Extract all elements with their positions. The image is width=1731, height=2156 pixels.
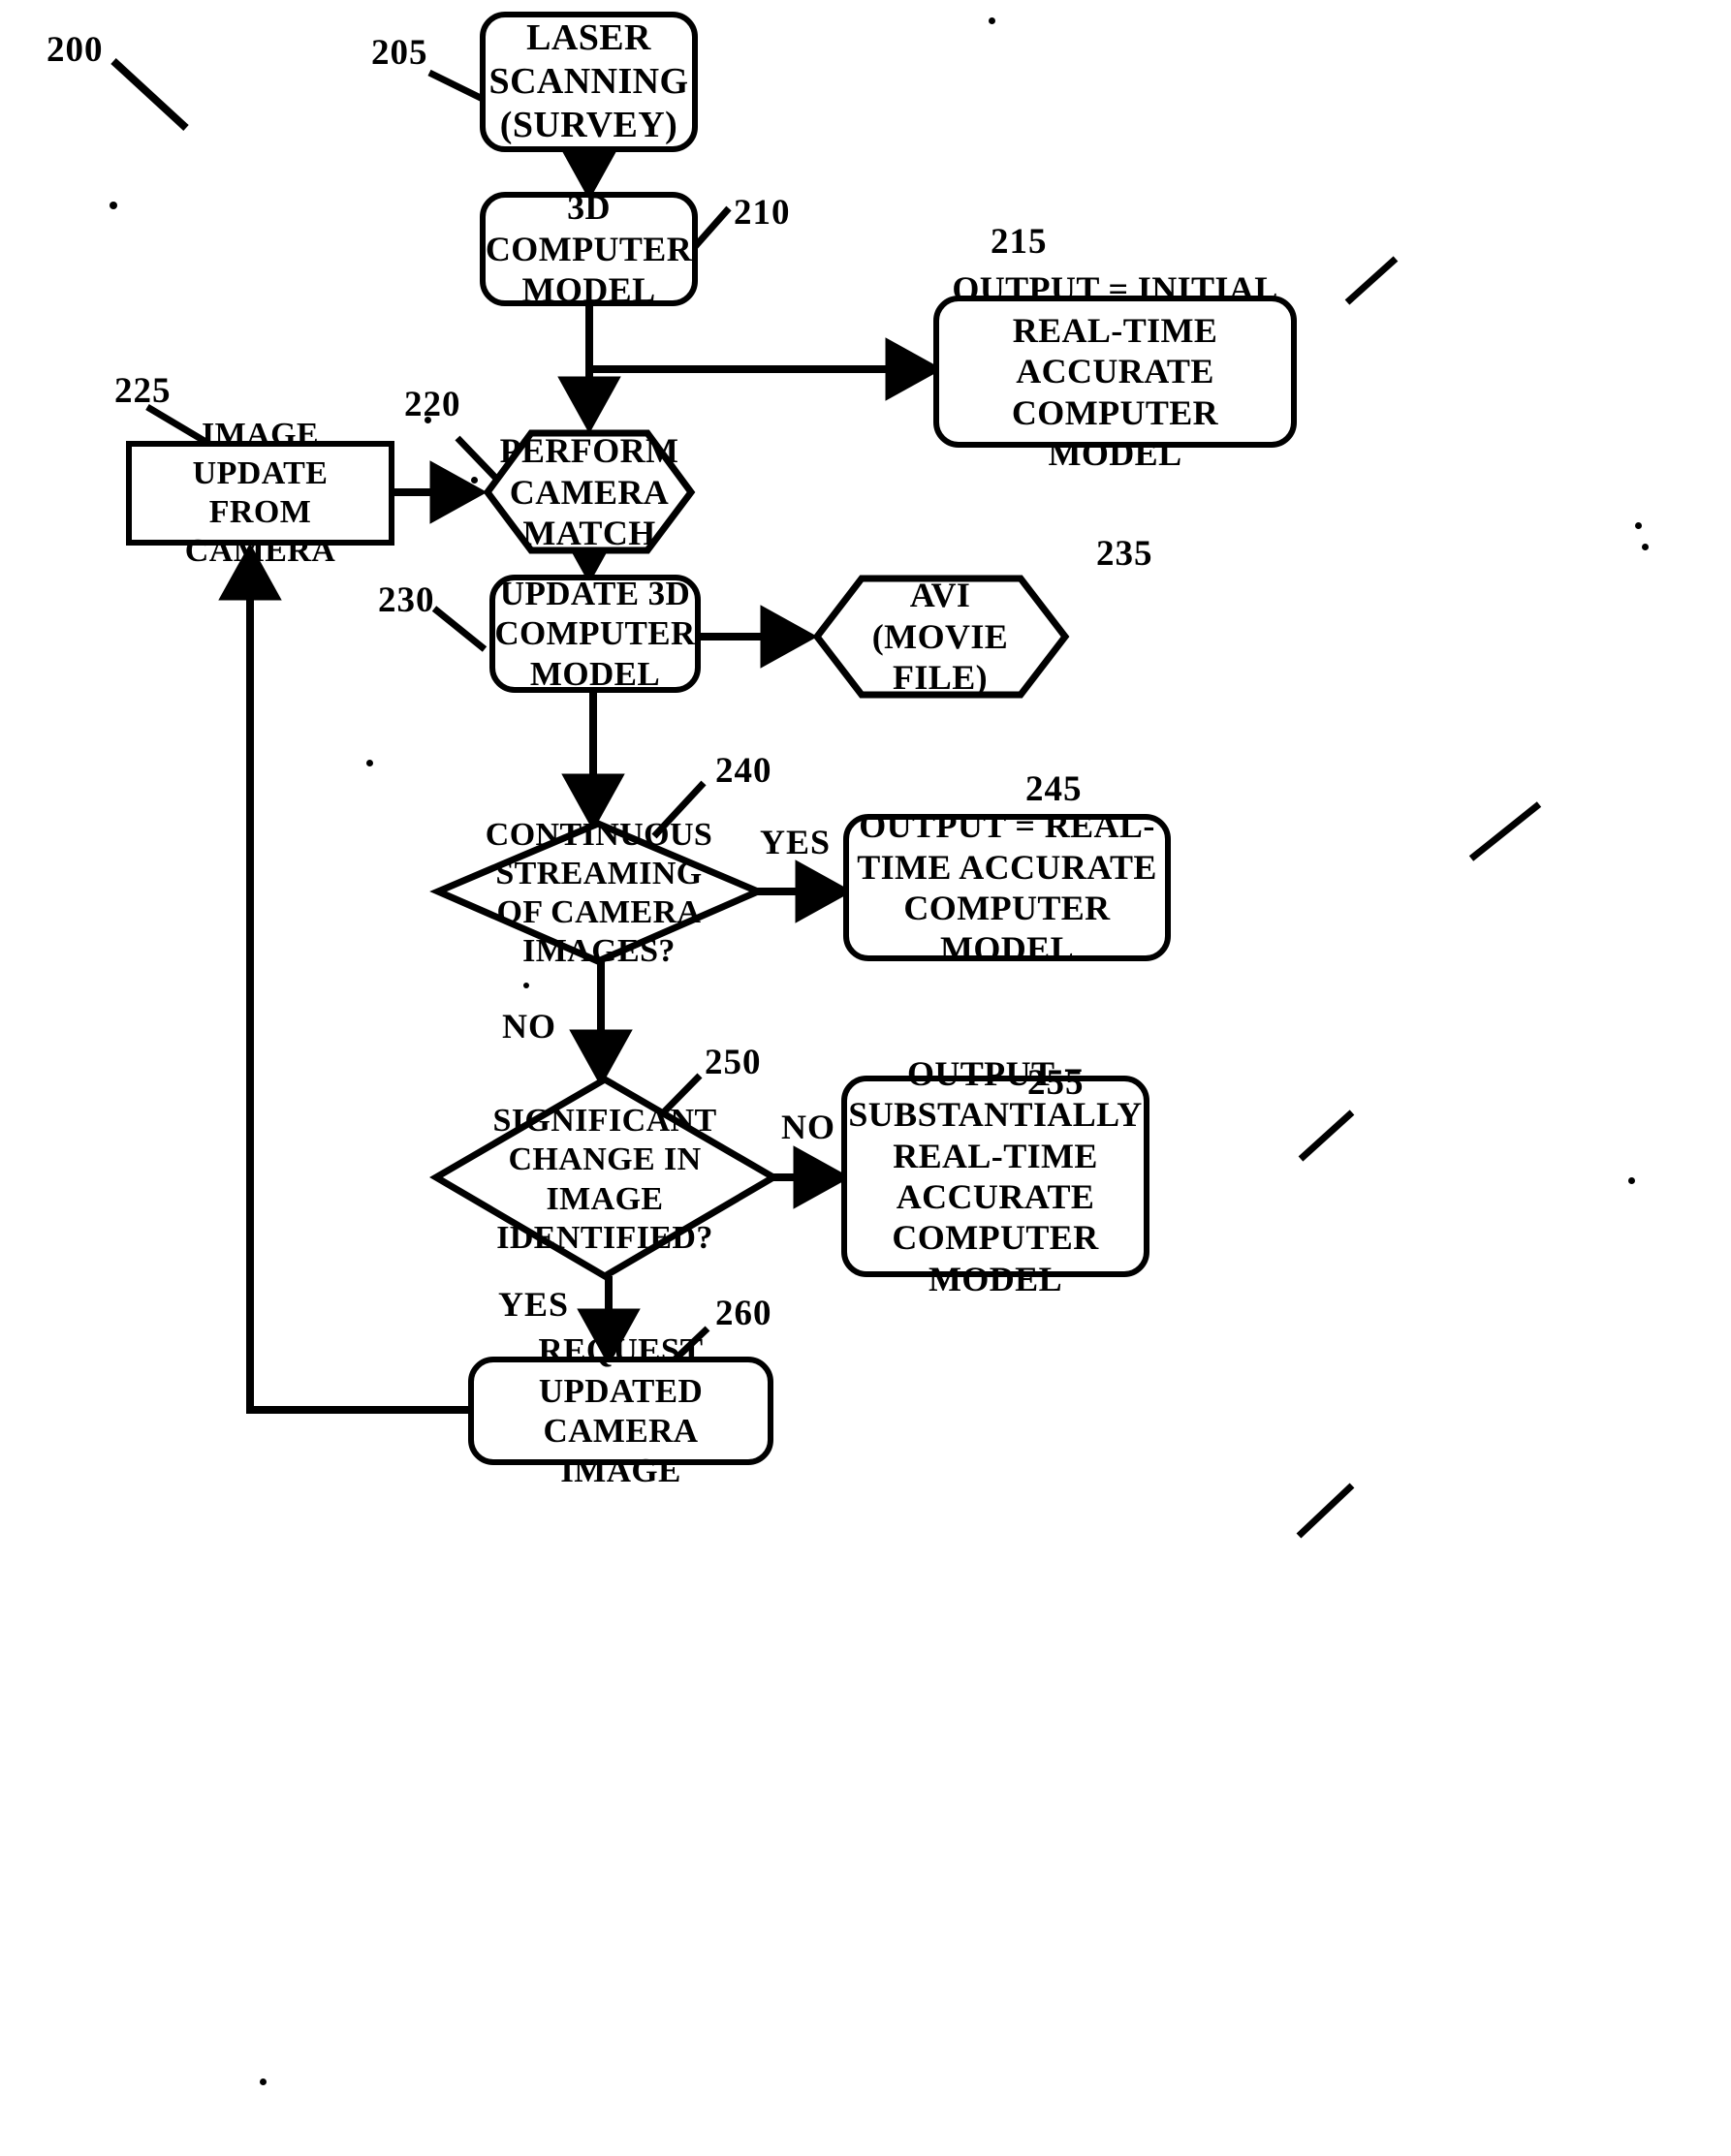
leader-line-215 bbox=[1344, 256, 1399, 305]
ref-label-250: 250 bbox=[705, 1043, 762, 1082]
node-avi-movie-file-label: AVI (MOVIE FILE) bbox=[871, 576, 1009, 698]
leader-line-255 bbox=[1296, 1483, 1355, 1539]
ref-label-255: 255 bbox=[1027, 1063, 1085, 1103]
node-image-update-from-camera[interactable]: IMAGE UPDATE FROM CAMERA bbox=[126, 417, 394, 569]
ref-label-225: 225 bbox=[114, 371, 172, 411]
artifact-speck bbox=[1628, 1177, 1635, 1184]
leader-line-200 bbox=[110, 58, 189, 131]
node-image-update-from-camera-label: IMAGE UPDATE FROM CAMERA bbox=[184, 416, 336, 570]
node-3d-computer-model[interactable]: 3D COMPUTER MODEL bbox=[480, 188, 698, 309]
leader-line-235 bbox=[1468, 801, 1542, 861]
edge-label-streaming-yes: YES bbox=[760, 823, 832, 861]
ref-label-235: 235 bbox=[1096, 534, 1153, 574]
node-output-substantially-realtime-model-label: OUTPUT = SUBSTANTIALLY REAL-TIME ACCURAT… bbox=[848, 1053, 1143, 1298]
node-output-realtime-model[interactable]: OUTPUT = REAL- TIME ACCURATE COMPUTER MO… bbox=[843, 806, 1171, 968]
artifact-speck bbox=[523, 983, 529, 988]
ref-label-240: 240 bbox=[715, 751, 772, 791]
node-significant-change-decision-label: SIGNIFICANT CHANGE IN IMAGE IDENTIFIED? bbox=[492, 1103, 717, 1256]
edge-label-change-yes: YES bbox=[498, 1285, 570, 1324]
node-request-updated-camera-image-label: REQUEST UPDATED CAMERA IMAGE bbox=[538, 1331, 704, 1490]
ref-label-260: 260 bbox=[715, 1294, 772, 1333]
ref-label-220: 220 bbox=[404, 385, 461, 424]
ref-label-245: 245 bbox=[1025, 769, 1083, 809]
node-output-substantially-realtime-model[interactable]: OUTPUT = SUBSTANTIALLY REAL-TIME ACCURAT… bbox=[841, 1054, 1149, 1298]
node-continuous-streaming-decision-label: CONTINUOUS STREAMING OF CAMERA IMAGES? bbox=[485, 816, 713, 970]
artifact-speck bbox=[1642, 544, 1649, 550]
artifact-speck bbox=[989, 17, 995, 24]
node-significant-change-decision[interactable]: SIGNIFICANT CHANGE IN IMAGE IDENTIFIED? bbox=[459, 1103, 750, 1255]
artifact-speck bbox=[471, 477, 478, 484]
edge-label-change-no: NO bbox=[781, 1108, 835, 1146]
artifact-speck bbox=[260, 2078, 267, 2085]
node-avi-movie-file[interactable]: AVI (MOVIE FILE) bbox=[867, 576, 1013, 697]
node-laser-scanning[interactable]: LASER SCANNING (SURVEY) bbox=[480, 12, 698, 152]
edge-label-streaming-no: NO bbox=[502, 1007, 556, 1046]
ref-label-200: 200 bbox=[47, 30, 104, 70]
node-update-3d-computer-model-label: UPDATE 3D COMPUTER MODEL bbox=[494, 575, 696, 693]
node-perform-camera-match-label: PERFORM CAMERA MATCH bbox=[499, 431, 679, 553]
node-update-3d-computer-model[interactable]: UPDATE 3D COMPUTER MODEL bbox=[489, 575, 701, 693]
node-continuous-streaming-decision[interactable]: CONTINUOUS STREAMING OF CAMERA IMAGES? bbox=[457, 817, 740, 969]
leader-line-230 bbox=[431, 606, 488, 652]
node-3d-computer-model-label: 3D COMPUTER MODEL bbox=[485, 188, 693, 310]
node-output-initial-model-label: OUTPUT = INITIAL REAL-TIME ACCURATE COMP… bbox=[952, 269, 1278, 474]
node-output-realtime-model-label: OUTPUT = REAL- TIME ACCURATE COMPUTER MO… bbox=[857, 806, 1157, 969]
edge-request-image-loop-to-update bbox=[218, 543, 468, 1414]
artifact-speck bbox=[366, 760, 373, 766]
ref-label-230: 230 bbox=[378, 580, 435, 620]
figure-canvas: 200 205 210 215 220 225 230 235 240 245 … bbox=[0, 0, 1731, 2156]
ref-label-210: 210 bbox=[734, 193, 791, 233]
ref-label-205: 205 bbox=[371, 33, 428, 73]
ref-label-215: 215 bbox=[991, 222, 1048, 262]
node-laser-scanning-label: LASER SCANNING (SURVEY) bbox=[488, 17, 689, 145]
leader-line-245 bbox=[1298, 1109, 1355, 1162]
node-output-initial-model[interactable]: OUTPUT = INITIAL REAL-TIME ACCURATE COMP… bbox=[933, 269, 1297, 473]
artifact-speck bbox=[1635, 522, 1642, 529]
node-request-updated-camera-image[interactable]: REQUEST UPDATED CAMERA IMAGE bbox=[468, 1331, 773, 1489]
artifact-speck bbox=[110, 202, 117, 209]
node-perform-camera-match[interactable]: PERFORM CAMERA MATCH bbox=[499, 431, 679, 553]
